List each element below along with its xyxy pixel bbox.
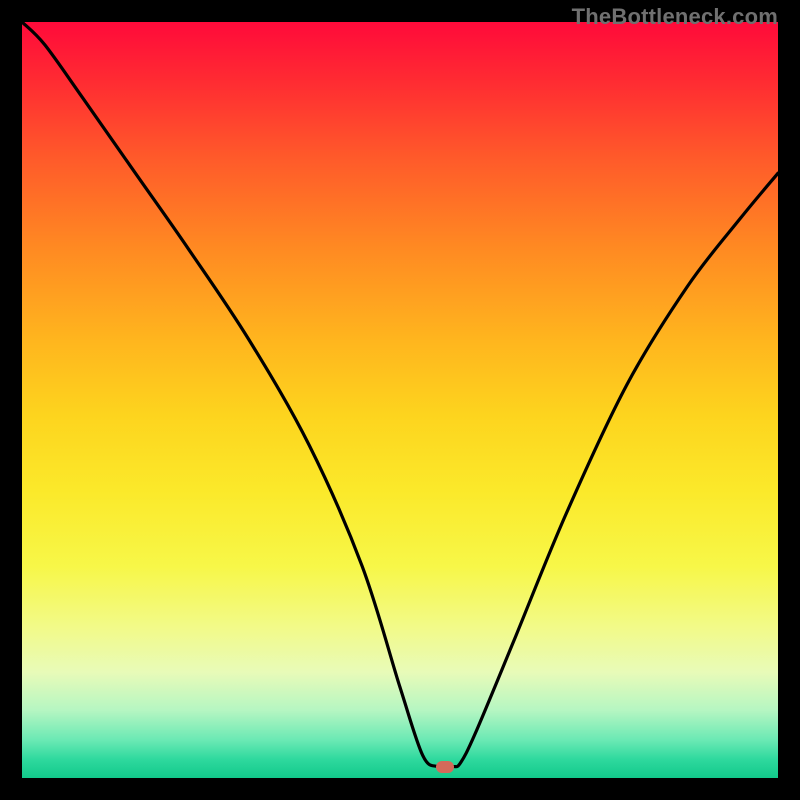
bottleneck-curve [22, 22, 778, 778]
optimal-point-marker [436, 761, 454, 773]
plot-area [22, 22, 778, 778]
chart-frame: TheBottleneck.com [0, 0, 800, 800]
watermark-text: TheBottleneck.com [572, 4, 778, 30]
